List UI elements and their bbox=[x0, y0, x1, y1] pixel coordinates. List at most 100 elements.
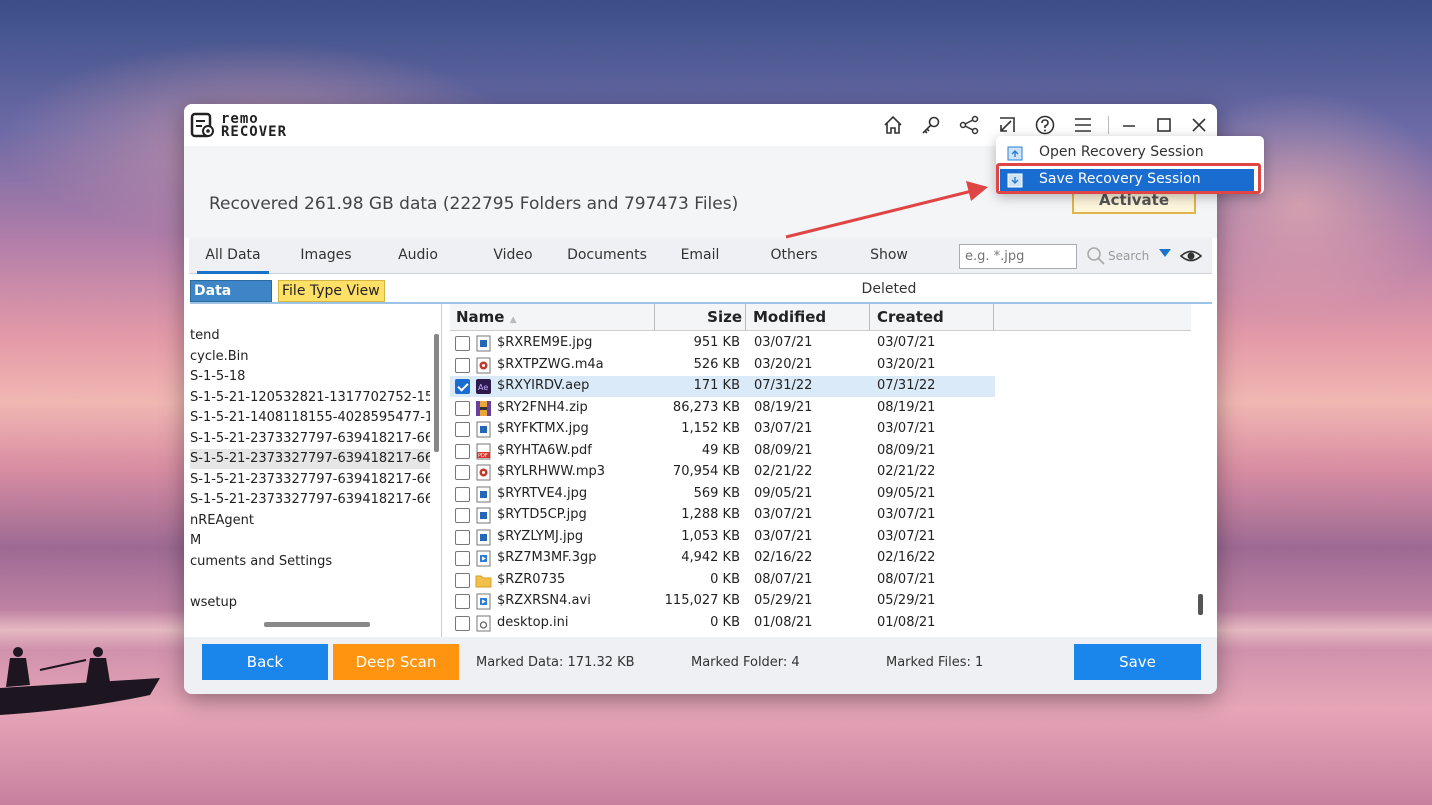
row-checkbox[interactable] bbox=[455, 357, 470, 373]
menu-label: Open Recovery Session bbox=[1039, 144, 1204, 160]
tab-show-deleted[interactable]: Show Deleted bbox=[843, 238, 935, 297]
file-created: 09/05/21 bbox=[877, 485, 936, 501]
save-session-icon bbox=[1007, 173, 1023, 188]
maximize-icon[interactable] bbox=[1153, 114, 1175, 136]
file-name: desktop.ini bbox=[497, 614, 569, 630]
menu-icon[interactable] bbox=[1072, 114, 1094, 136]
row-checkbox[interactable] bbox=[455, 615, 470, 631]
minimize-icon[interactable] bbox=[1118, 114, 1140, 136]
row-checkbox[interactable] bbox=[455, 400, 470, 416]
table-row[interactable]: desktop.ini 0 KB 01/08/21 01/08/21 bbox=[450, 613, 995, 634]
tab-all-data[interactable]: All Data bbox=[197, 238, 269, 274]
file-size: 951 KB bbox=[693, 335, 740, 350]
tree-item[interactable]: cuments and Settings bbox=[190, 552, 430, 572]
table-row[interactable]: PDF $RYHTA6W.pdf 49 KB 08/09/21 08/09/21 bbox=[450, 441, 995, 462]
file-created: 03/20/21 bbox=[877, 356, 936, 372]
column-header-name[interactable]: Name ▲ bbox=[450, 304, 655, 331]
table-row[interactable]: $RXTPZWG.m4a 526 KB 03/20/21 03/20/21 bbox=[450, 355, 995, 376]
tab-images[interactable]: Images bbox=[299, 238, 353, 274]
tree-item-selected[interactable]: S-1-5-21-2373327797-639418217-6656 bbox=[190, 449, 430, 469]
tree-item[interactable]: tend bbox=[190, 326, 430, 346]
table-row[interactable]: $RY2FNH4.zip 86,273 KB 08/19/21 08/19/21 bbox=[450, 398, 995, 419]
file-name: $RYFKTMX.jpg bbox=[497, 421, 589, 436]
tree-item[interactable]: S-1-5-21-2373327797-639418217-6656 bbox=[190, 490, 430, 510]
file-modified: 08/09/21 bbox=[754, 442, 813, 458]
tree-item[interactable]: cycle.Bin bbox=[190, 347, 430, 367]
table-row[interactable]: $RYZLYMJ.jpg 1,053 KB 03/07/21 03/07/21 bbox=[450, 527, 995, 548]
row-checkbox[interactable] bbox=[455, 422, 470, 437]
row-checkbox[interactable] bbox=[455, 594, 470, 609]
tree-item[interactable]: M bbox=[190, 531, 430, 551]
table-row[interactable]: $RYFKTMX.jpg 1,152 KB 03/07/21 03/07/21 bbox=[450, 419, 995, 440]
folder-tree: tend cycle.Bin S-1-5-18 S-1-5-21-1205328… bbox=[190, 304, 442, 637]
tree-item[interactable] bbox=[190, 572, 430, 592]
menu-item-save-session[interactable]: Save Recovery Session bbox=[1000, 169, 1254, 191]
tab-documents[interactable]: Documents bbox=[565, 238, 649, 274]
help-icon[interactable] bbox=[1034, 114, 1056, 136]
tree-vertical-scrollbar[interactable] bbox=[434, 334, 439, 452]
tree-item[interactable]: nREAgent bbox=[190, 511, 430, 531]
table-row[interactable]: $RZR0735 0 KB 08/07/21 08/07/21 bbox=[450, 570, 995, 591]
tree-item[interactable]: S-1-5-21-2373327797-639418217-6656 bbox=[190, 470, 430, 490]
file-vertical-scrollbar[interactable] bbox=[1198, 594, 1203, 615]
table-row[interactable]: $RZXRSN4.avi 115,027 KB 05/29/21 05/29/21 bbox=[450, 591, 995, 612]
tree-horizontal-scrollbar[interactable] bbox=[264, 622, 370, 627]
tree-item[interactable]: S-1-5-18 bbox=[190, 367, 430, 387]
file-created: 08/19/21 bbox=[877, 399, 936, 415]
logo-text-bottom: RECOVER bbox=[221, 124, 288, 140]
file-size: 1,053 KB bbox=[681, 528, 740, 544]
boat-silhouette bbox=[0, 647, 160, 715]
eye-icon[interactable] bbox=[1179, 246, 1203, 266]
export-icon[interactable] bbox=[996, 114, 1018, 136]
save-button[interactable]: Save bbox=[1074, 644, 1201, 680]
row-checkbox[interactable] bbox=[455, 551, 470, 566]
row-checkbox[interactable] bbox=[455, 486, 470, 502]
home-icon[interactable] bbox=[882, 114, 904, 136]
tab-email[interactable]: Email bbox=[679, 238, 721, 274]
menu-item-open-session[interactable]: Open Recovery Session bbox=[1000, 142, 1254, 164]
search-button[interactable]: Search bbox=[1084, 244, 1156, 269]
table-row[interactable]: $RYLRHWW.mp3 70,954 KB 02/21/22 02/21/22 bbox=[450, 462, 995, 483]
chevron-down-icon[interactable] bbox=[1159, 249, 1171, 257]
share-icon[interactable] bbox=[958, 114, 980, 136]
file-modified: 08/19/21 bbox=[754, 399, 813, 415]
sort-up-icon: ▲ bbox=[509, 315, 517, 325]
key-icon[interactable] bbox=[920, 114, 942, 136]
table-row[interactable]: $RYRTVE4.jpg 569 KB 09/05/21 09/05/21 bbox=[450, 484, 995, 505]
tab-data-view[interactable]: Data View bbox=[190, 280, 272, 319]
tab-audio[interactable]: Audio bbox=[395, 238, 441, 274]
row-checkbox[interactable] bbox=[455, 508, 470, 523]
tree-item[interactable]: S-1-5-21-2373327797-639418217-6656 bbox=[190, 429, 430, 449]
back-button[interactable]: Back bbox=[202, 644, 328, 680]
image-file-icon bbox=[476, 335, 491, 352]
row-checkbox[interactable] bbox=[455, 443, 470, 459]
tab-file-type-view[interactable]: File Type View bbox=[278, 280, 385, 302]
tab-video[interactable]: Video bbox=[491, 238, 535, 274]
column-header-size[interactable]: Size bbox=[655, 304, 746, 331]
file-size: 115,027 KB bbox=[664, 593, 740, 608]
close-icon[interactable] bbox=[1188, 114, 1210, 136]
row-checkbox[interactable] bbox=[455, 465, 470, 480]
table-row[interactable]: $RYTD5CP.jpg 1,288 KB 03/07/21 03/07/21 bbox=[450, 505, 995, 526]
tree-item[interactable]: S-1-5-21-1408118155-4028595477-166 bbox=[190, 408, 430, 428]
tree-item[interactable]: wsetup bbox=[190, 593, 430, 613]
row-checkbox[interactable] bbox=[455, 379, 470, 394]
tab-others[interactable]: Others bbox=[769, 238, 819, 274]
file-name: $RY2FNH4.zip bbox=[497, 399, 588, 415]
table-row[interactable]: $RZ7M3MF.3gp 4,942 KB 02/16/22 02/16/22 bbox=[450, 548, 995, 569]
video-file-icon bbox=[476, 550, 491, 567]
deep-scan-button[interactable]: Deep Scan bbox=[333, 644, 459, 680]
row-checkbox[interactable] bbox=[455, 572, 470, 588]
row-checkbox[interactable] bbox=[455, 336, 470, 351]
table-row[interactable]: $RXREM9E.jpg 951 KB 03/07/21 03/07/21 bbox=[450, 333, 995, 354]
column-header-created[interactable]: Created bbox=[870, 304, 994, 331]
search-label: Search bbox=[1108, 249, 1150, 263]
file-size: 0 KB bbox=[710, 571, 740, 587]
tree-item[interactable]: S-1-5-21-120532821-1317702752-1566 bbox=[190, 388, 430, 408]
filter-input[interactable] bbox=[959, 244, 1077, 269]
row-checkbox[interactable] bbox=[455, 529, 470, 545]
column-header-modified[interactable]: Modified bbox=[746, 304, 870, 331]
file-modified: 03/07/21 bbox=[754, 528, 813, 544]
column-header-empty bbox=[994, 304, 1191, 331]
table-row[interactable]: Ae $RXYIRDV.aep 171 KB 07/31/22 07/31/22 bbox=[450, 376, 995, 397]
